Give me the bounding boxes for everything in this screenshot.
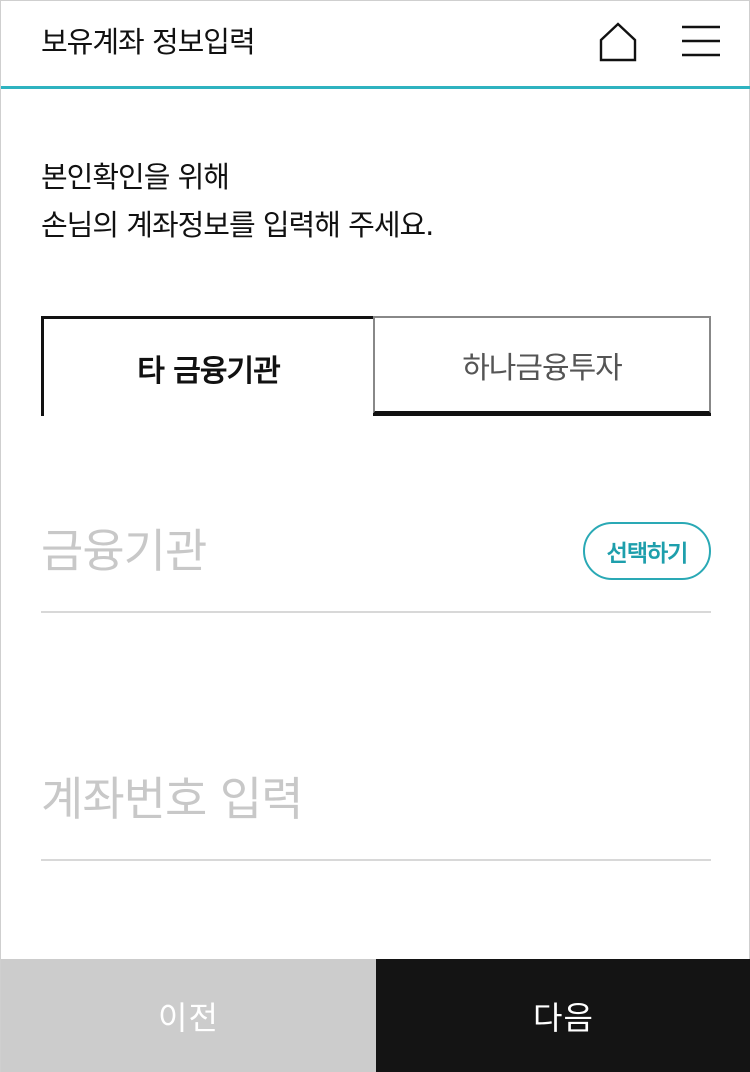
select-institution-button[interactable]: 선택하기 <box>583 522 711 580</box>
tab-divider <box>373 413 711 416</box>
app-header: 보유계좌 정보입력 <box>1 1 750 89</box>
home-icon[interactable] <box>595 19 641 65</box>
tab-other-institution[interactable]: 타 금융기관 <box>41 316 376 416</box>
account-number-field <box>41 749 711 861</box>
intro-line-2: 손님의 계좌정보를 입력해 주세요. <box>41 208 434 242</box>
institution-placeholder: 금융기관 <box>41 524 207 578</box>
hamburger-menu-icon[interactable] <box>679 21 723 61</box>
screen-frame: 보유계좌 정보입력 본인확인을 위해 손님의 계좌정보를 입력해 주세요. 타 … <box>0 0 750 1072</box>
intro-line-1: 본인확인을 위해 <box>41 160 230 194</box>
page-title: 보유계좌 정보입력 <box>41 25 256 59</box>
footer-buttons: 이전 다음 <box>1 959 750 1072</box>
prev-button[interactable]: 이전 <box>1 959 376 1072</box>
account-number-input[interactable] <box>41 769 711 829</box>
institution-tabs: 타 금융기관 하나금융투자 <box>41 316 711 416</box>
intro-text: 본인확인을 위해 손님의 계좌정보를 입력해 주세요. <box>41 153 434 249</box>
institution-field: 금융기관 선택하기 <box>41 501 711 613</box>
next-button[interactable]: 다음 <box>376 959 750 1072</box>
tab-hana-investment[interactable]: 하나금융투자 <box>373 316 711 414</box>
